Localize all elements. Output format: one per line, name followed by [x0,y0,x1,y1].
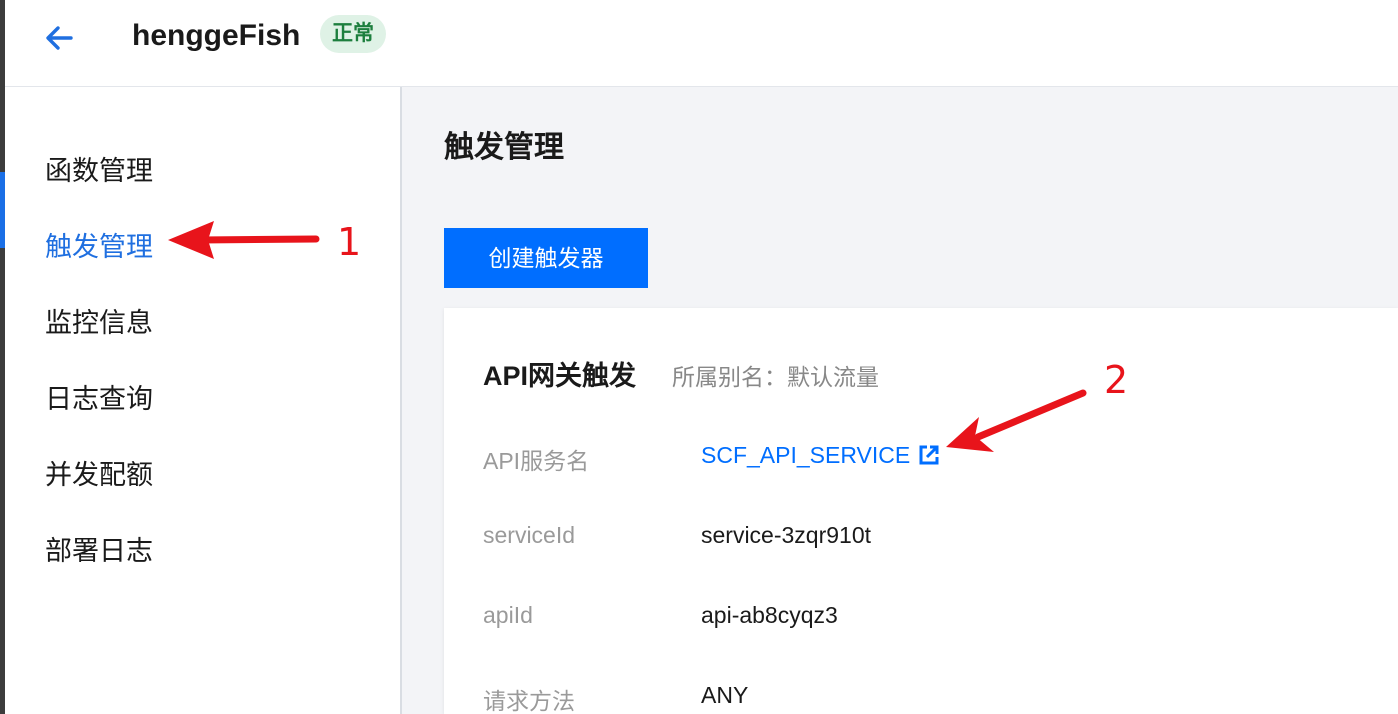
field-value-method: ANY [701,682,749,708]
sidebar-item-concurrency[interactable]: 并发配额 [45,453,153,492]
field-value-service-id: service-3zqr910t [701,522,872,548]
field-value-api-id: api-ab8cyqz3 [701,602,838,628]
main-content: 触发管理 创建触发器 API网关触发 所属别名：默认流量 API服务名 SCF_… [402,87,1398,714]
status-badge: 正常 [320,15,386,53]
field-label-api-service: API服务名 [483,448,590,474]
sidebar: 函数管理 触发管理 监控信息 日志查询 并发配额 部署日志 [5,87,402,714]
external-link-icon[interactable] [918,444,940,466]
annotation-label-1: 1 [337,220,362,264]
app-window: henggeFish 正常 函数管理 触发管理 监控信息 日志查询 并发配额 部… [0,0,1398,714]
sidebar-item-functions[interactable]: 函数管理 [45,149,153,188]
sidebar-item-deploy-logs[interactable]: 部署日志 [45,529,153,568]
field-label-api-id: apiId [483,602,533,628]
field-label-service-id: serviceId [483,522,576,548]
trigger-type-title: API网关触发 [483,361,637,391]
header-bar: henggeFish 正常 [5,0,1398,87]
function-name: henggeFish [132,19,301,52]
create-trigger-button[interactable]: 创建触发器 [444,228,648,288]
field-value-api-service: SCF_API_SERVICE [701,442,940,469]
page-title: 触发管理 [444,131,564,164]
api-service-link[interactable]: SCF_API_SERVICE [701,442,910,468]
alias-label: 所属别名：默认流量 [672,364,879,390]
sidebar-item-triggers[interactable]: 触发管理 [45,225,153,264]
trigger-card: API网关触发 所属别名：默认流量 API服务名 SCF_API_SERVICE… [444,308,1398,714]
back-button[interactable] [41,20,77,56]
sidebar-item-monitoring[interactable]: 监控信息 [45,301,153,340]
annotation-label-2: 2 [1104,358,1129,402]
field-label-method: 请求方法 [483,688,575,714]
sidebar-item-logs[interactable]: 日志查询 [45,377,153,416]
back-arrow-icon [46,26,73,50]
